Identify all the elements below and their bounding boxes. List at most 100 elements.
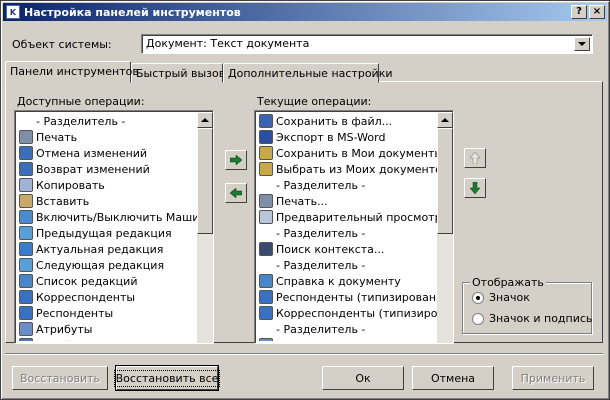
available-list-item[interactable]: Отмена изменений xyxy=(17,145,197,161)
ok-button[interactable]: Ок xyxy=(322,366,404,390)
available-list-items: - Разделитель - Печать Отмена изменений Воз… xyxy=(17,113,197,341)
current-list-item-label: - Разделитель - xyxy=(276,322,366,336)
available-list-item-label: Следующая редакция xyxy=(36,258,165,272)
display-groupbox xyxy=(462,282,592,334)
available-list-item[interactable]: Следующая редакция xyxy=(17,257,197,273)
next-edition-icon xyxy=(19,258,33,272)
available-list-item-label: Актуальная редакция xyxy=(36,242,164,256)
current-list-item-label: Корреспонденты (типизирован xyxy=(276,306,437,320)
current-list-item-label: Сохранить в Мои документы... xyxy=(276,146,437,160)
available-list-item[interactable]: Респонденты xyxy=(17,305,197,321)
current-list-item[interactable]: Сохранить в файл... xyxy=(257,113,437,129)
scroll-thumb[interactable] xyxy=(197,128,213,234)
chevron-down-icon xyxy=(578,42,586,46)
available-list-item-label: Вставить xyxy=(36,194,90,208)
title-bar[interactable]: K Настройка панелей инструментов xyxy=(3,3,607,21)
available-list-item[interactable]: Предыдущая редакция xyxy=(17,225,197,241)
available-list-item[interactable]: Перейти на закладку xyxy=(17,337,197,341)
tab-quick-call[interactable]: Быстрый вызов xyxy=(131,63,225,83)
display-icon-and-caption-label: Значок и подпись xyxy=(489,312,593,325)
arrow-right-icon xyxy=(230,155,242,165)
current-list-item[interactable]: Структура документа xyxy=(257,337,437,341)
current-list-item[interactable]: Сохранить в Мои документы... xyxy=(257,145,437,161)
current-list-item[interactable]: Поиск контекста... xyxy=(257,241,437,257)
arrow-down-icon xyxy=(470,182,480,194)
move-up-button[interactable] xyxy=(464,148,486,168)
available-list-item-label: Респонденты xyxy=(36,306,114,320)
print-preview-icon xyxy=(259,210,273,224)
available-list-item[interactable]: Корреспонденты xyxy=(17,289,197,305)
current-list-item[interactable]: Печать... xyxy=(257,193,437,209)
scroll-up-arrow-icon xyxy=(201,118,209,122)
available-list-item-label: Атрибуты xyxy=(36,322,93,336)
current-list-item[interactable]: Корреспонденты (типизирован xyxy=(257,305,437,321)
current-list-item[interactable]: Респонденты (типизированные xyxy=(257,289,437,305)
word-icon xyxy=(259,130,273,144)
available-list-item[interactable]: Актуальная редакция xyxy=(17,241,197,257)
display-icon-radio[interactable]: Значок xyxy=(472,291,530,304)
apply-button-label: Применить xyxy=(520,371,586,385)
current-list-item[interactable]: Предварительный просмотр xyxy=(257,209,437,225)
current-list-item[interactable]: - Разделитель - xyxy=(257,225,437,241)
correspondents-icon xyxy=(19,290,33,304)
arrow-left-icon xyxy=(230,188,242,198)
available-list-item-label: Список редакций xyxy=(36,274,138,288)
add-operation-button[interactable] xyxy=(225,150,247,170)
radio-circle-icon xyxy=(472,312,484,325)
tab-additional-settings[interactable]: Дополнительные настройки xyxy=(223,63,393,83)
help-button[interactable]: ? xyxy=(571,5,587,19)
current-operations-list[interactable]: Сохранить в файл... Экспорт в MS-Word Сохр… xyxy=(254,110,454,344)
save-to-my-documents-icon xyxy=(259,146,273,160)
tab-toolbars[interactable]: Панели инструментов xyxy=(5,61,139,83)
available-list-item[interactable]: Список редакций xyxy=(17,273,197,289)
typed-correspondents-icon xyxy=(259,306,273,320)
available-list-item-label: - Разделитель - xyxy=(36,114,126,128)
available-list-item[interactable]: Копировать xyxy=(17,177,197,193)
scroll-up-arrow-icon xyxy=(441,118,449,122)
cancel-button-label: Отмена xyxy=(430,371,476,385)
window-title: Настройка панелей инструментов xyxy=(24,5,241,19)
printer-icon xyxy=(259,194,273,208)
restore-button[interactable]: Восстановить xyxy=(12,366,108,390)
system-object-label: Объект системы: xyxy=(12,38,112,51)
available-list-item[interactable]: Печать xyxy=(17,129,197,145)
available-operations-label: Доступные операции: xyxy=(17,95,145,108)
arrow-up-icon xyxy=(470,152,480,164)
save-icon xyxy=(259,114,273,128)
scroll-up-button[interactable] xyxy=(197,112,213,128)
current-list-item-label: Печать... xyxy=(276,194,328,208)
available-list-item[interactable]: Вставить xyxy=(17,193,197,209)
current-list-item[interactable]: - Разделитель - xyxy=(257,177,437,193)
current-list-item[interactable]: - Разделитель - xyxy=(257,321,437,337)
document-structure-icon xyxy=(259,338,273,341)
ok-button-label: Ок xyxy=(355,371,371,385)
cancel-button[interactable]: Отмена xyxy=(412,366,494,390)
remove-operation-button[interactable] xyxy=(225,183,247,203)
current-list-item[interactable]: Выбрать из Моих документов... xyxy=(257,161,437,177)
redo-icon xyxy=(19,162,33,176)
available-list-item[interactable]: Включить/Выключить Машину в xyxy=(17,209,197,225)
current-list-item-label: Справка к документу xyxy=(276,274,401,288)
binoculars-icon xyxy=(259,242,273,256)
move-down-button[interactable] xyxy=(464,178,486,198)
current-list-item[interactable]: Справка к документу xyxy=(257,273,437,289)
current-list-item[interactable]: Экспорт в MS-Word xyxy=(257,129,437,145)
restore-all-button-label: Восстановить все xyxy=(113,369,221,387)
current-scrollbar[interactable] xyxy=(437,112,453,343)
available-scrollbar[interactable] xyxy=(197,112,213,343)
display-icon-and-caption-radio[interactable]: Значок и подпись xyxy=(472,312,592,325)
available-list-item[interactable]: Возврат изменений xyxy=(17,161,197,177)
system-object-combobox[interactable]: Документ: Текст документа xyxy=(141,34,593,54)
apply-button[interactable]: Применить xyxy=(512,366,594,390)
available-list-item[interactable]: Атрибуты xyxy=(17,321,197,337)
radio-circle-icon xyxy=(472,291,484,304)
display-icon-label: Значок xyxy=(489,291,530,304)
restore-all-button[interactable]: Восстановить все xyxy=(113,365,221,391)
close-button[interactable]: × xyxy=(589,5,605,19)
available-operations-list[interactable]: - Разделитель - Печать Отмена изменений Воз… xyxy=(14,110,214,344)
scroll-up-button[interactable] xyxy=(437,112,453,128)
combobox-dropdown-button[interactable] xyxy=(574,37,590,51)
current-list-item[interactable]: - Разделитель - xyxy=(257,257,437,273)
scroll-thumb[interactable] xyxy=(437,128,453,234)
available-list-item[interactable]: - Разделитель - xyxy=(17,113,197,129)
